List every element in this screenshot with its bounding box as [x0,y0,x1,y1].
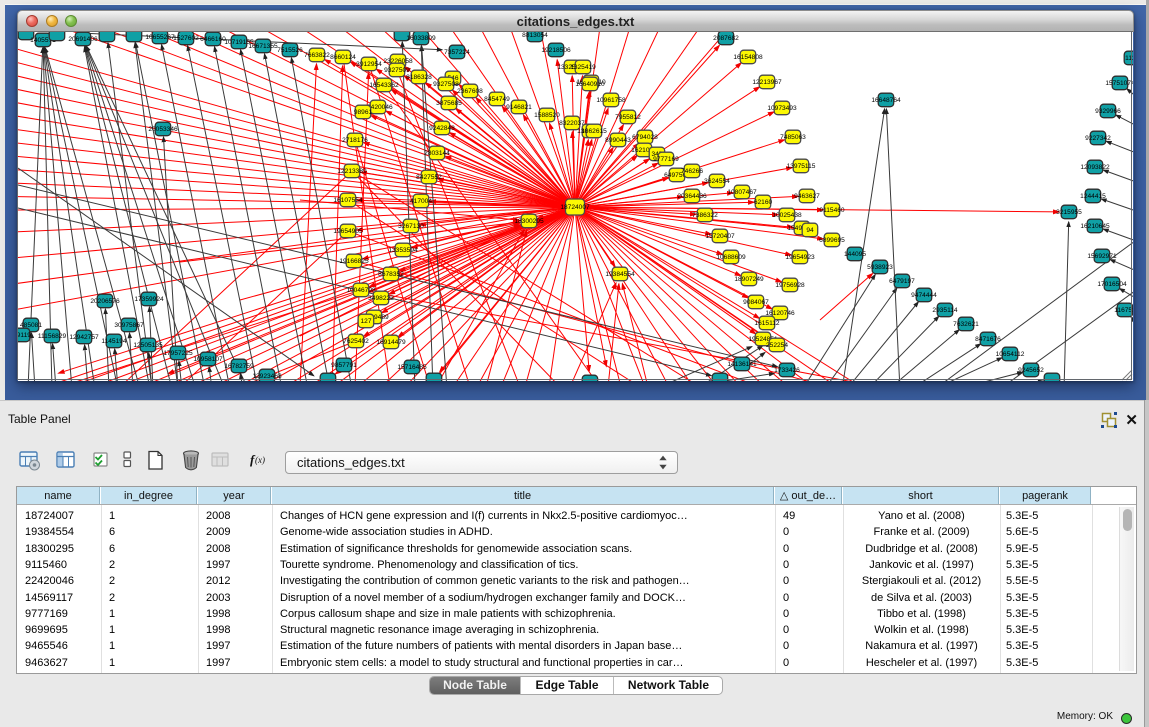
svg-text:(x): (x) [255,455,265,465]
